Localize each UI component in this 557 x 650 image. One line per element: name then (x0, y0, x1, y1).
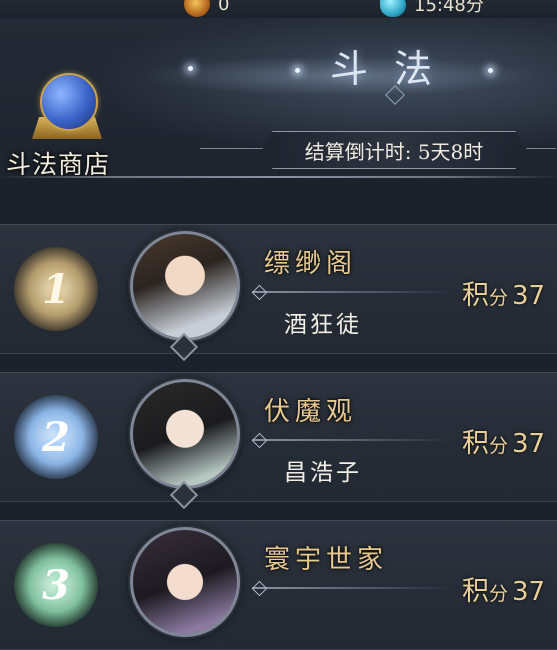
dragon-globe-icon (40, 73, 98, 131)
arena-shop-button[interactable]: 斗法商店 (6, 73, 126, 188)
leader-name: 酒狂徒 (284, 312, 362, 338)
row-divider (252, 291, 452, 293)
score-label-ji: 积 (462, 576, 489, 607)
score-label-fen: 分 (489, 435, 509, 457)
shop-label: 斗法商店 (6, 150, 111, 179)
leader-name: 昌浩子 (284, 460, 362, 486)
divider-diamond (251, 580, 268, 597)
rank-number: 3 (42, 561, 70, 609)
timer-wing-right (526, 148, 556, 149)
guild-name: 寰宇世家 (264, 545, 389, 575)
resource-bar: 0 15:48分 (0, 0, 557, 18)
countdown-text: 结算倒计时: 5天8时 (304, 139, 484, 164)
stamina-timer: 15:48分 (414, 0, 484, 16)
score-value: 37 (512, 577, 546, 607)
ranking-row-2[interactable]: 2 伏魔观 昌浩子 积 分 37 (0, 372, 557, 510)
guild-score: 积 分 37 (462, 421, 545, 460)
rank-2-badge: 2 (14, 395, 98, 479)
row-divider (252, 439, 452, 441)
score-label-fen: 分 (489, 583, 509, 605)
row-divider (252, 587, 452, 589)
sparkle-icon (295, 68, 300, 73)
divider-diamond (251, 284, 268, 301)
sparkle-icon (488, 68, 493, 73)
divider-diamond (251, 432, 268, 449)
guild-name: 缥缈阁 (264, 249, 358, 279)
guild-score: 积 分 37 (462, 569, 545, 608)
settlement-countdown: 结算倒计时: 5天8时 (262, 131, 526, 169)
jade-crystal-icon (380, 0, 406, 17)
gold-value: 0 (218, 0, 230, 15)
rank-1-badge: 1 (14, 247, 98, 331)
gold-coin-icon (184, 0, 210, 17)
leader-avatar[interactable] (130, 527, 240, 637)
ranking-row-3[interactable]: 3 寰宇世家 积 分 37 (0, 520, 557, 650)
rank-number: 2 (42, 413, 70, 461)
score-value: 37 (512, 429, 546, 459)
guild-score: 积 分 37 (462, 273, 545, 312)
sparkle-icon (188, 66, 193, 71)
score-value: 37 (512, 281, 546, 311)
rank-number: 1 (42, 265, 70, 313)
guild-name: 伏魔观 (264, 397, 358, 427)
timer-wing-left (200, 148, 264, 149)
gold-resource[interactable]: 0 (184, 0, 230, 17)
score-label-fen: 分 (489, 287, 509, 309)
score-label-ji: 积 (462, 428, 489, 459)
leader-avatar[interactable] (130, 231, 240, 341)
stamina-resource[interactable]: 15:48分 (380, 0, 484, 17)
score-label-ji: 积 (462, 280, 489, 311)
ranking-row-1[interactable]: 1 缥缈阁 酒狂徒 积 分 37 (0, 224, 557, 362)
leader-avatar[interactable] (130, 379, 240, 489)
rank-3-badge: 3 (14, 543, 98, 627)
